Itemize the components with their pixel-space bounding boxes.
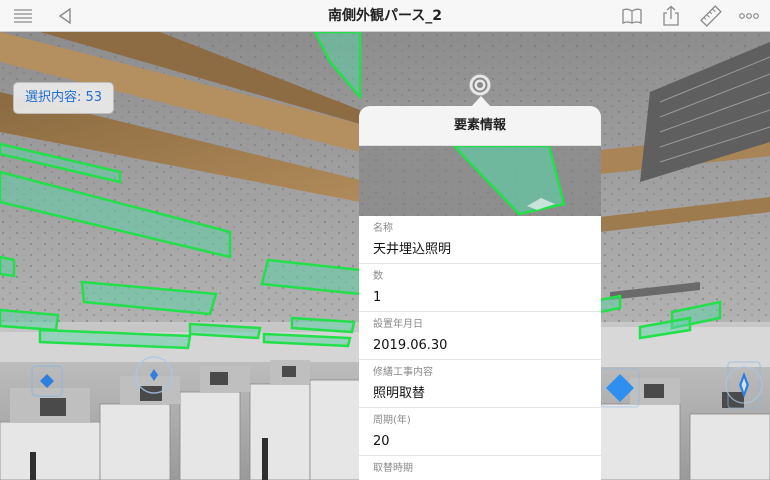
property-value: 1 [373,290,382,305]
share-icon[interactable] [660,5,682,27]
popup-arrow [471,96,491,107]
property-label: 取替時期 [373,463,413,474]
property-value: 天井埋込照明 [373,242,452,257]
list-icon[interactable] [12,5,34,27]
rotate-control-icon[interactable] [133,354,175,401]
selection-count-badge[interactable]: 選択内容: 53 [13,82,115,114]
property-row[interactable]: 修繕工事内容 照明取替 [359,360,601,408]
ruler-icon[interactable] [700,5,722,27]
look-control-icon[interactable] [598,366,642,415]
popup-title: 要素情報 [359,106,601,146]
top-toolbar: 南側外観パース_2 [0,0,770,32]
property-row[interactable]: 名称 天井埋込照明 [359,216,601,264]
book-icon[interactable] [621,5,643,27]
property-value: 20 [373,434,390,449]
more-dots-icon[interactable] [738,5,760,27]
back-triangle-icon[interactable] [54,5,76,27]
element-info-popup[interactable]: 要素情報 名称 天井埋込照明 数 1 設置年月日 2019.06.30 修繕工事… [359,106,601,480]
property-list[interactable]: 名称 天井埋込照明 数 1 設置年月日 2019.06.30 修繕工事内容 照明… [359,216,601,480]
property-label: 設置年月日 [373,319,423,330]
property-label: 周期(年) [373,415,411,426]
property-row[interactable]: 設置年月日 2019.06.30 [359,312,601,360]
location-pin-icon[interactable] [467,72,493,98]
property-row[interactable]: 取替時期 [359,456,601,480]
property-label: 修繕工事内容 [373,367,433,378]
element-preview [359,146,601,216]
property-row[interactable]: 数 1 [359,264,601,312]
property-label: 数 [373,271,383,282]
compass-control-icon[interactable] [722,360,766,415]
property-label: 名称 [373,223,393,234]
property-row[interactable]: 周期(年) 20 [359,408,601,456]
page-title: 南側外観パース_2 [327,8,443,24]
property-value: 照明取替 [373,386,426,401]
property-value: 2019.06.30 [373,338,448,353]
move-control-icon[interactable] [26,360,68,407]
